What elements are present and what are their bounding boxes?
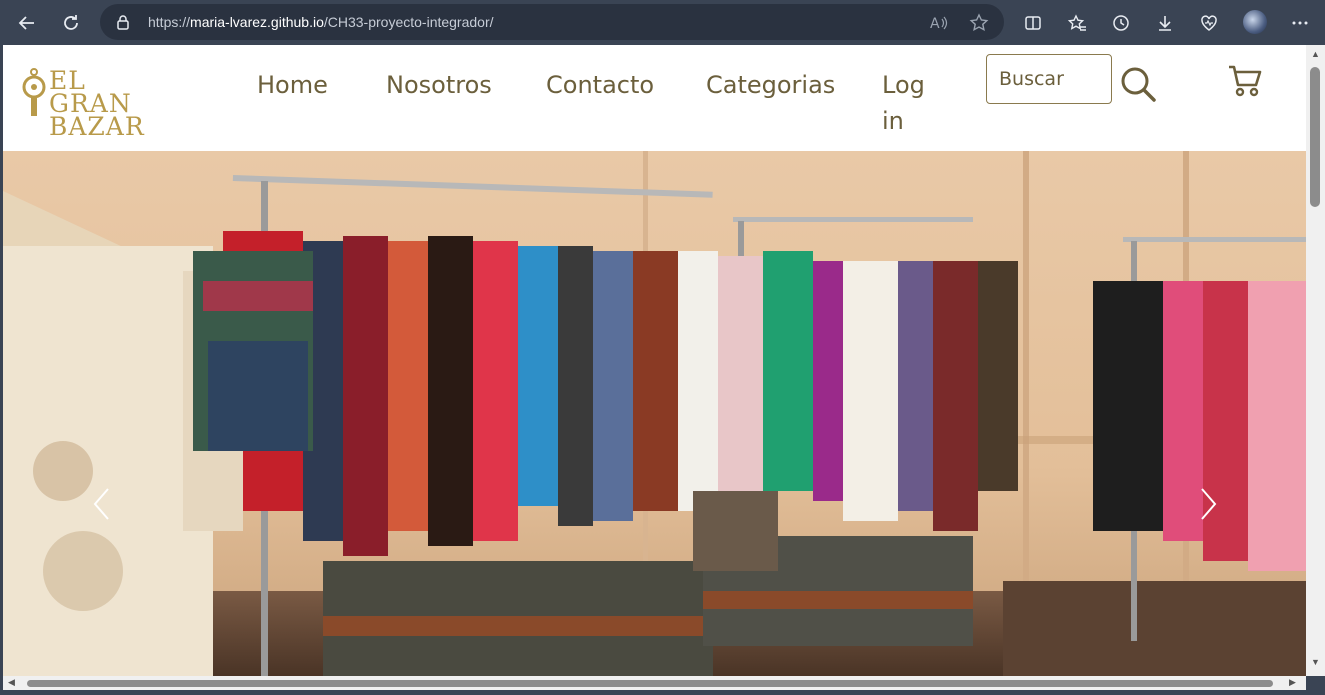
cart-icon[interactable] <box>1227 63 1263 97</box>
browser-essentials-icon[interactable] <box>1194 8 1224 38</box>
favorites-icon[interactable] <box>1062 8 1092 38</box>
refresh-icon[interactable] <box>56 8 86 38</box>
nav-categorias[interactable]: Categorias <box>706 67 835 103</box>
nav-nosotros[interactable]: Nosotros <box>386 67 492 103</box>
vertical-scroll-thumb[interactable] <box>1310 67 1320 207</box>
site-header: EL GRAN BAZAR Home Nosotros Contacto Cat… <box>3 45 1306 151</box>
hero-carousel <box>3 151 1306 676</box>
browser-toolbar: https://maria-lvarez.github.io/CH33-proy… <box>0 0 1325 45</box>
nav-home[interactable]: Home <box>257 67 328 103</box>
url-text: https://maria-lvarez.github.io/CH33-proy… <box>148 14 494 30</box>
lock-icon <box>116 14 130 35</box>
nav-contacto[interactable]: Contacto <box>546 67 654 103</box>
scroll-right-icon[interactable]: ▶ <box>1289 677 1296 688</box>
back-arrow-icon[interactable] <box>12 8 42 38</box>
site-logo[interactable]: EL GRAN BAZAR <box>21 67 211 139</box>
history-icon[interactable] <box>1106 8 1136 38</box>
scroll-up-icon[interactable]: ▲ <box>1311 49 1320 59</box>
horizontal-scroll-thumb[interactable] <box>27 680 1273 687</box>
scroll-down-icon[interactable]: ▼ <box>1311 657 1320 667</box>
split-screen-icon[interactable] <box>1018 8 1048 38</box>
scroll-left-icon[interactable]: ◀ <box>8 677 15 688</box>
svg-text:A: A <box>930 16 940 32</box>
nav-login[interactable]: Log in <box>882 67 942 139</box>
download-icon[interactable] <box>1150 8 1180 38</box>
page-viewport: EL GRAN BAZAR Home Nosotros Contacto Cat… <box>3 45 1306 676</box>
lantern-logo-icon <box>22 68 46 116</box>
vertical-scrollbar[interactable]: ▲ ▼ <box>1306 45 1325 676</box>
url-path: /CH33-proyecto-integrador/ <box>323 14 494 30</box>
search-icon[interactable] <box>1119 65 1157 103</box>
url-scheme: https:// <box>148 14 191 30</box>
logo-text: EL GRAN BAZAR <box>49 68 211 141</box>
read-aloud-icon[interactable]: A <box>928 12 950 34</box>
chevron-right-icon[interactable] <box>1193 481 1223 527</box>
search-input[interactable] <box>986 54 1112 104</box>
profile-avatar[interactable] <box>1243 10 1267 34</box>
url-domain: maria-lvarez.github.io <box>190 14 324 30</box>
more-icon[interactable] <box>1285 8 1315 38</box>
horizontal-scrollbar[interactable]: ◀ ▶ <box>3 676 1306 690</box>
chevron-left-icon[interactable] <box>87 481 117 527</box>
carousel-image <box>3 151 1306 676</box>
address-bar[interactable]: https://maria-lvarez.github.io/CH33-proy… <box>100 4 1004 40</box>
star-icon[interactable] <box>968 12 990 34</box>
logo-line-2: GRAN BAZAR <box>49 89 145 141</box>
